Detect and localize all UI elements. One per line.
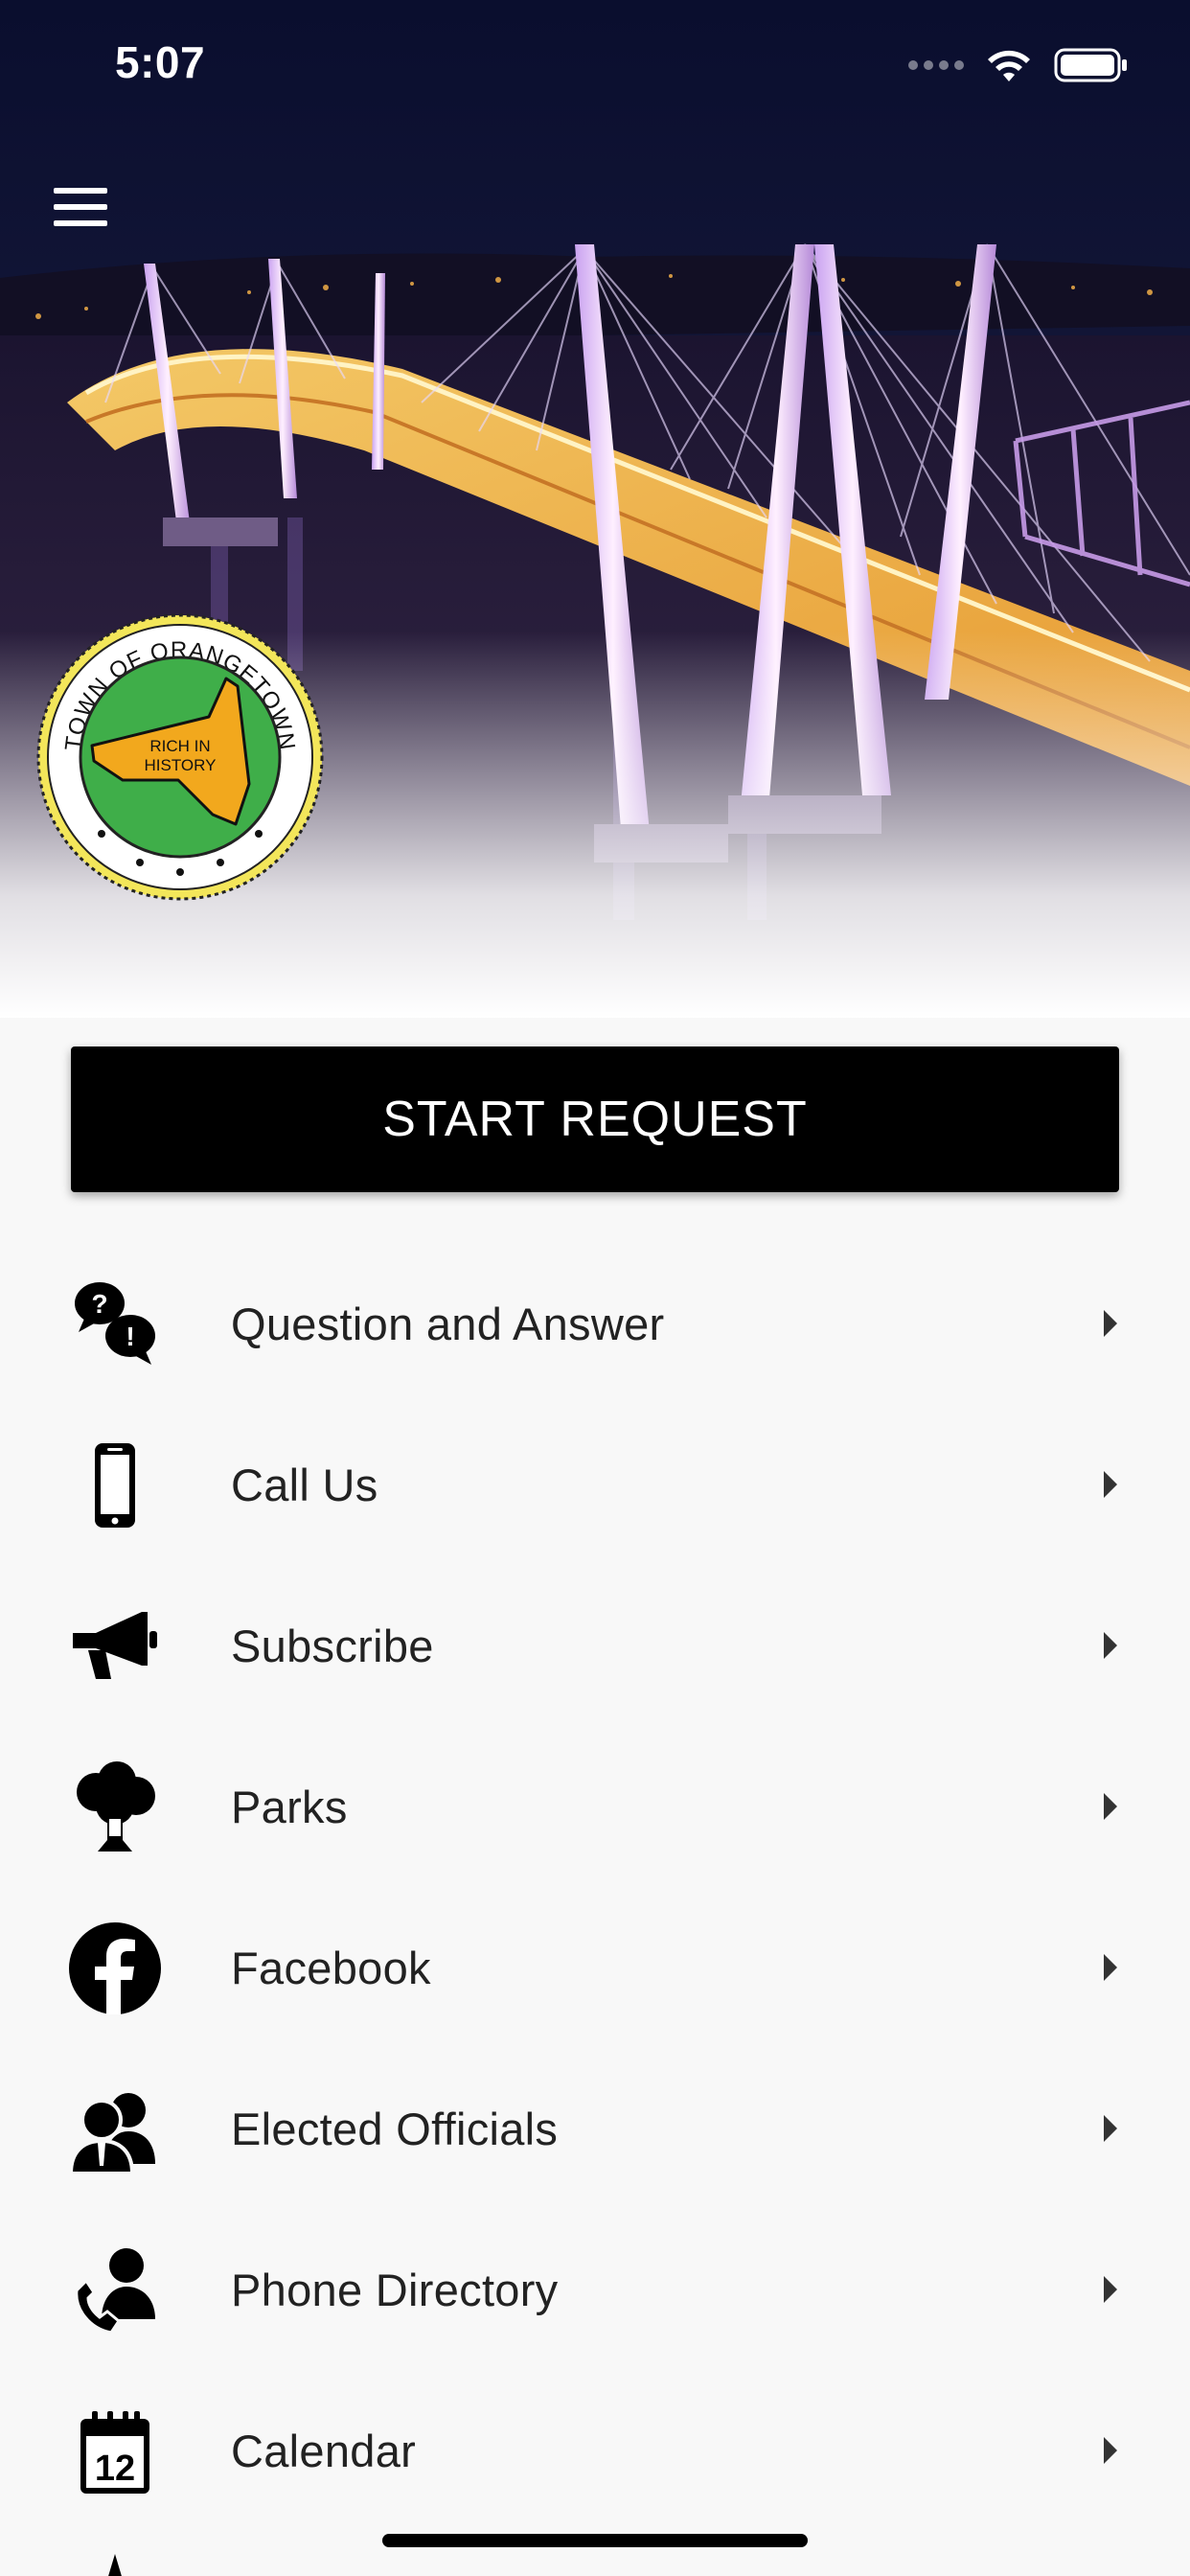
status-time: 5:07 [115, 37, 206, 87]
chevron-right-icon [1104, 1632, 1117, 1659]
menu-item-label: Elected Officials [231, 2104, 559, 2154]
tree-icon [77, 1761, 155, 1852]
officials-icon [68, 2093, 155, 2175]
chevron-right-icon [1104, 1793, 1117, 1820]
calendar-day-number: 12 [95, 2449, 135, 2489]
chevron-right-icon [1104, 2276, 1117, 2303]
menu-item-label: Call Us [231, 1460, 378, 1510]
svg-text:!: ! [126, 1322, 134, 1351]
menu-item-label: Parks [231, 1782, 348, 1832]
status-icons [908, 44, 1129, 86]
menu-item-label: Question and Answer [231, 1299, 665, 1349]
menu-item-call-us[interactable]: Call Us [0, 1405, 1190, 1566]
hamburger-menu-icon[interactable] [54, 188, 107, 226]
menu-item-phone-directory[interactable]: Phone Directory [0, 2210, 1190, 2371]
menu-item-label: Facebook [231, 1943, 431, 1993]
chevron-right-icon [1104, 1310, 1117, 1337]
menu-item-parks[interactable]: Parks [0, 1727, 1190, 1888]
menu-item-label: Calendar [231, 2426, 417, 2476]
cellular-signal-icon [908, 60, 964, 70]
app-screen: 5:07 TOWN OF ORANGETOWN RICH IN HISTORY … [0, 0, 1190, 2576]
menu-item-question-and-answer[interactable]: ? ! Question and Answer [0, 1244, 1190, 1405]
question-answer-icon: ? ! [75, 1282, 155, 1365]
menu-item-label: Subscribe [231, 1621, 434, 1671]
chevron-right-icon [1104, 1954, 1117, 1981]
hero-banner: 5:07 TOWN OF ORANGETOWN RICH IN HISTORY [0, 0, 1190, 1018]
partial-next-item-icon [108, 2554, 122, 2576]
status-bar: 5:07 [0, 0, 1190, 126]
smartphone-icon [95, 1443, 135, 1528]
chevron-right-icon [1104, 1471, 1117, 1498]
town-seal-logo: TOWN OF ORANGETOWN RICH IN HISTORY [36, 613, 324, 901]
menu-item-elected-officials[interactable]: Elected Officials [0, 2049, 1190, 2210]
start-request-button[interactable]: START REQUEST [71, 1046, 1119, 1192]
seal-center-text-1: RICH IN [149, 737, 210, 755]
facebook-icon [69, 1922, 161, 2014]
menu-item-facebook[interactable]: Facebook [0, 1888, 1190, 2049]
calendar-icon: 12 [80, 2411, 149, 2494]
menu-item-calendar[interactable]: 12 Calendar [0, 2371, 1190, 2532]
chevron-right-icon [1104, 2115, 1117, 2142]
svg-text:?: ? [91, 1289, 107, 1319]
seal-center-text-2: HISTORY [145, 756, 217, 774]
chevron-right-icon [1104, 2437, 1117, 2464]
menu-item-subscribe[interactable]: Subscribe [0, 1566, 1190, 1727]
menu-list: ? ! Question and Answer Call Us Subscrib… [0, 1244, 1190, 2532]
wifi-icon [988, 50, 1030, 81]
battery-icon [1054, 48, 1127, 82]
phone-contact-icon [75, 2248, 155, 2334]
home-indicator[interactable] [382, 2534, 808, 2547]
megaphone-icon [73, 1612, 157, 1679]
menu-item-label: Phone Directory [231, 2265, 559, 2315]
